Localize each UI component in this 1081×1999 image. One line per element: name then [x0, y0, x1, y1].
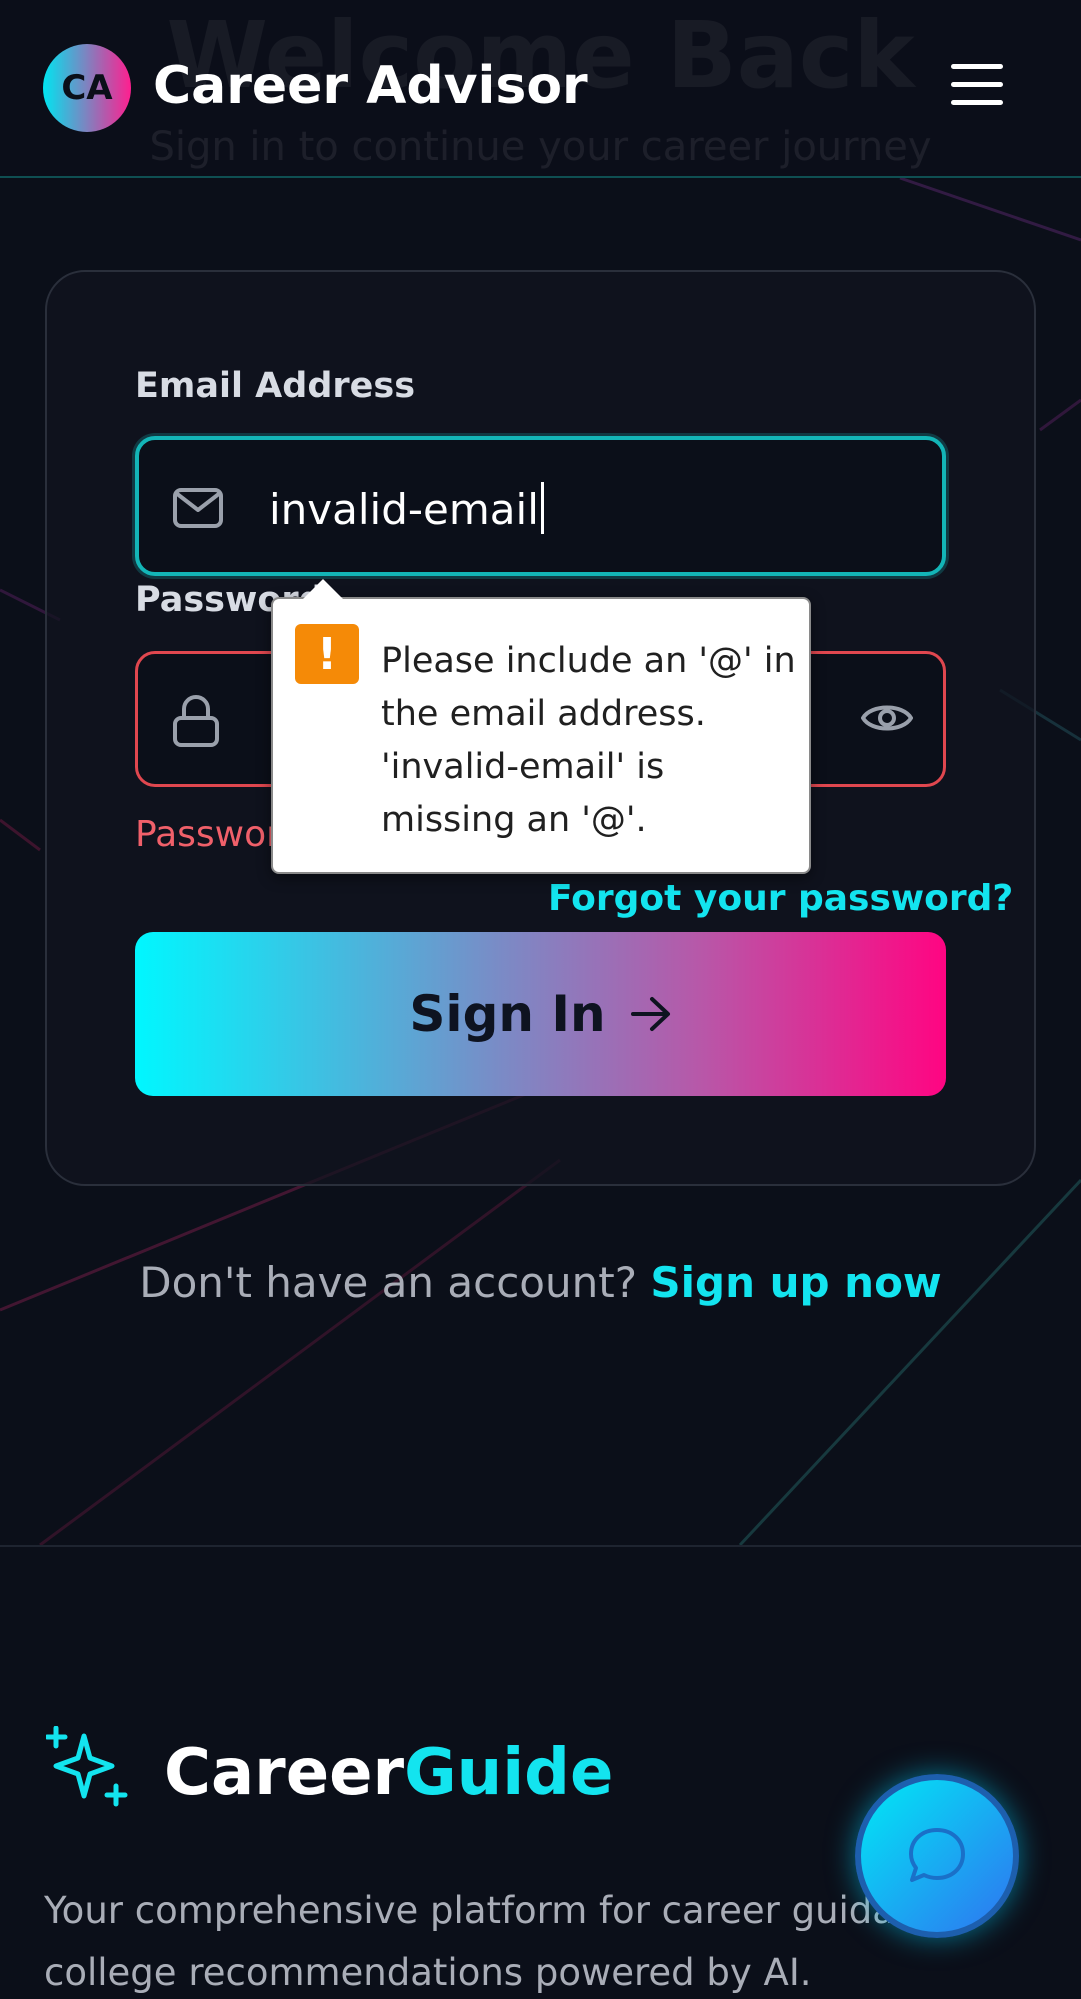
email-value: invalid-email — [269, 482, 544, 534]
email-field[interactable]: invalid-email — [135, 436, 946, 576]
signup-link[interactable]: Sign up now — [650, 1258, 941, 1307]
warning-icon: ! — [295, 624, 359, 684]
brand-title[interactable]: Career Advisor — [153, 56, 588, 116]
validation-message: Please include an '@' in the email addre… — [381, 641, 796, 840]
signup-prompt: Don't have an account? Sign up now — [0, 1258, 1081, 1307]
chat-button[interactable] — [855, 1774, 1019, 1938]
logo-badge[interactable]: CA — [43, 44, 131, 132]
lock-icon — [173, 695, 219, 747]
top-nav: Welcome Back Sign in to continue your ca… — [0, 0, 1081, 178]
sparkle-icon — [46, 1726, 128, 1807]
sign-in-button[interactable]: Sign In — [135, 932, 946, 1096]
menu-icon[interactable] — [951, 64, 1003, 110]
forgot-password-link[interactable]: Forgot your password? — [548, 878, 1013, 919]
text-caret — [540, 482, 544, 534]
email-label: Email Address — [135, 366, 416, 406]
validation-tooltip: ! Please include an '@' in the email add… — [271, 579, 811, 874]
arrow-right-icon — [630, 997, 670, 1031]
tooltip-arrow — [303, 579, 343, 599]
sign-in-label: Sign In — [409, 985, 606, 1043]
footer-divider — [0, 1545, 1081, 1547]
chat-icon — [909, 1828, 965, 1882]
ghost-page-subtitle: Sign in to continue your career journey — [149, 124, 932, 170]
eye-icon[interactable] — [861, 698, 913, 738]
footer-brand: CareerGuide — [164, 1736, 614, 1810]
signup-text: Don't have an account? — [139, 1258, 651, 1307]
mail-icon — [173, 488, 223, 528]
